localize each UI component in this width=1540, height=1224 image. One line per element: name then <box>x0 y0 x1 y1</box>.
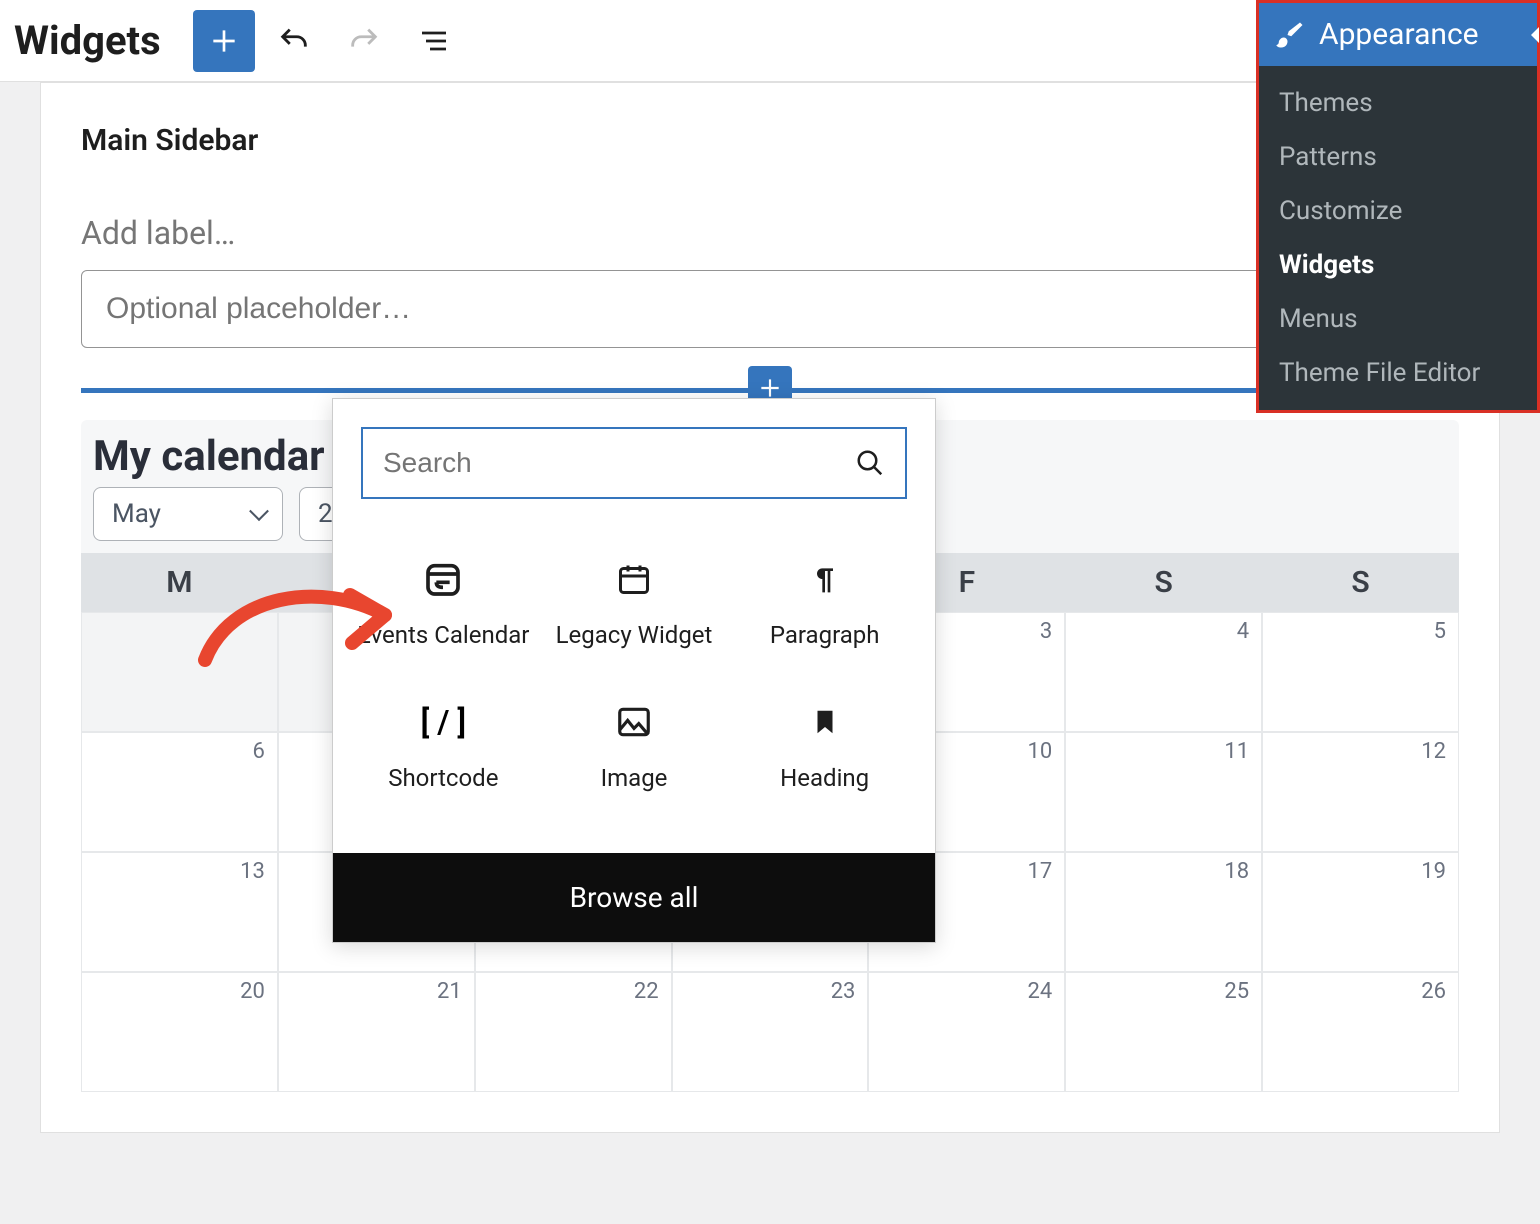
calendar-cell[interactable]: 18 <box>1065 852 1262 972</box>
block-label: Heading <box>780 764 869 793</box>
calendar-icon <box>616 561 652 597</box>
bookmark-icon <box>810 704 840 740</box>
menu-customize[interactable]: Customize <box>1259 184 1537 238</box>
weekday: S <box>1065 553 1262 612</box>
block-events-calendar[interactable]: Events Calendar <box>353 537 534 670</box>
block-label: Events Calendar <box>357 621 529 650</box>
pilcrow-icon <box>809 559 841 599</box>
menu-themes[interactable]: Themes <box>1259 76 1537 130</box>
calendar-cell[interactable]: 13 <box>81 852 278 972</box>
label-input-row: Apply <box>81 270 1459 348</box>
appearance-submenu: Appearance Themes Patterns Customize Wid… <box>1256 0 1540 413</box>
brush-icon <box>1275 20 1305 50</box>
calendar-cell[interactable]: 20 <box>81 972 278 1092</box>
search-input[interactable] <box>383 447 855 479</box>
block-inserter-popover: Events Calendar Legacy Widget Paragraph … <box>332 398 936 943</box>
block-label: Legacy Widget <box>556 621 713 650</box>
month-value: May <box>112 499 161 529</box>
shortcode-icon: [ / ] <box>421 703 467 741</box>
calendar-cell[interactable]: 23 <box>672 972 869 1092</box>
placeholder-input[interactable] <box>81 270 1270 348</box>
list-view-button[interactable] <box>403 10 465 72</box>
redo-icon <box>347 24 381 58</box>
appearance-menu-header[interactable]: Appearance <box>1259 3 1537 66</box>
calendar-cell[interactable]: 4 <box>1065 612 1262 732</box>
image-icon <box>615 703 653 741</box>
calendar-cell[interactable]: 24 <box>868 972 1065 1092</box>
calendar-cell[interactable]: 11 <box>1065 732 1262 852</box>
weekday: S <box>1262 553 1459 612</box>
month-select[interactable]: May <box>93 487 283 541</box>
undo-icon <box>277 24 311 58</box>
plus-icon <box>208 25 240 57</box>
block-label: Shortcode <box>388 764 498 793</box>
block-paragraph[interactable]: Paragraph <box>734 537 915 670</box>
weekday: M <box>81 553 278 612</box>
widget-area-title: Main Sidebar <box>81 123 1459 158</box>
calendar-cell[interactable]: 22 <box>475 972 672 1092</box>
inserter-search <box>361 427 907 499</box>
block-legacy-widget[interactable]: Legacy Widget <box>544 537 725 670</box>
page-title: Widgets <box>14 17 161 64</box>
block-label: Paragraph <box>770 621 880 650</box>
menu-widgets[interactable]: Widgets <box>1259 238 1537 292</box>
events-calendar-icon <box>423 559 463 599</box>
block-heading[interactable]: Heading <box>734 680 915 813</box>
menu-patterns[interactable]: Patterns <box>1259 130 1537 184</box>
appearance-label: Appearance <box>1319 17 1479 52</box>
calendar-cell[interactable]: 26 <box>1262 972 1459 1092</box>
calendar-cell[interactable] <box>81 612 278 732</box>
calendar-cell[interactable]: 6 <box>81 732 278 852</box>
search-icon <box>855 448 885 478</box>
block-image[interactable]: Image <box>544 680 725 813</box>
add-block-button[interactable] <box>193 10 255 72</box>
appearance-menu-body: Themes Patterns Customize Widgets Menus … <box>1259 66 1537 410</box>
calendar-cell[interactable]: 5 <box>1262 612 1459 732</box>
calendar-cell[interactable]: 19 <box>1262 852 1459 972</box>
calendar-cell[interactable]: 25 <box>1065 972 1262 1092</box>
menu-theme-file-editor[interactable]: Theme File Editor <box>1259 346 1537 400</box>
calendar-cell[interactable]: 12 <box>1262 732 1459 852</box>
menu-menus[interactable]: Menus <box>1259 292 1537 346</box>
block-shortcode[interactable]: [ / ] Shortcode <box>353 680 534 813</box>
browse-all-button[interactable]: Browse all <box>333 853 935 942</box>
calendar-cell[interactable]: 21 <box>278 972 475 1092</box>
block-label: Image <box>601 764 668 793</box>
redo-button[interactable] <box>333 10 395 72</box>
outline-icon <box>418 25 450 57</box>
inserter-grid: Events Calendar Legacy Widget Paragraph … <box>333 527 935 853</box>
add-label-text: Add label… <box>81 214 1459 252</box>
undo-button[interactable] <box>263 10 325 72</box>
